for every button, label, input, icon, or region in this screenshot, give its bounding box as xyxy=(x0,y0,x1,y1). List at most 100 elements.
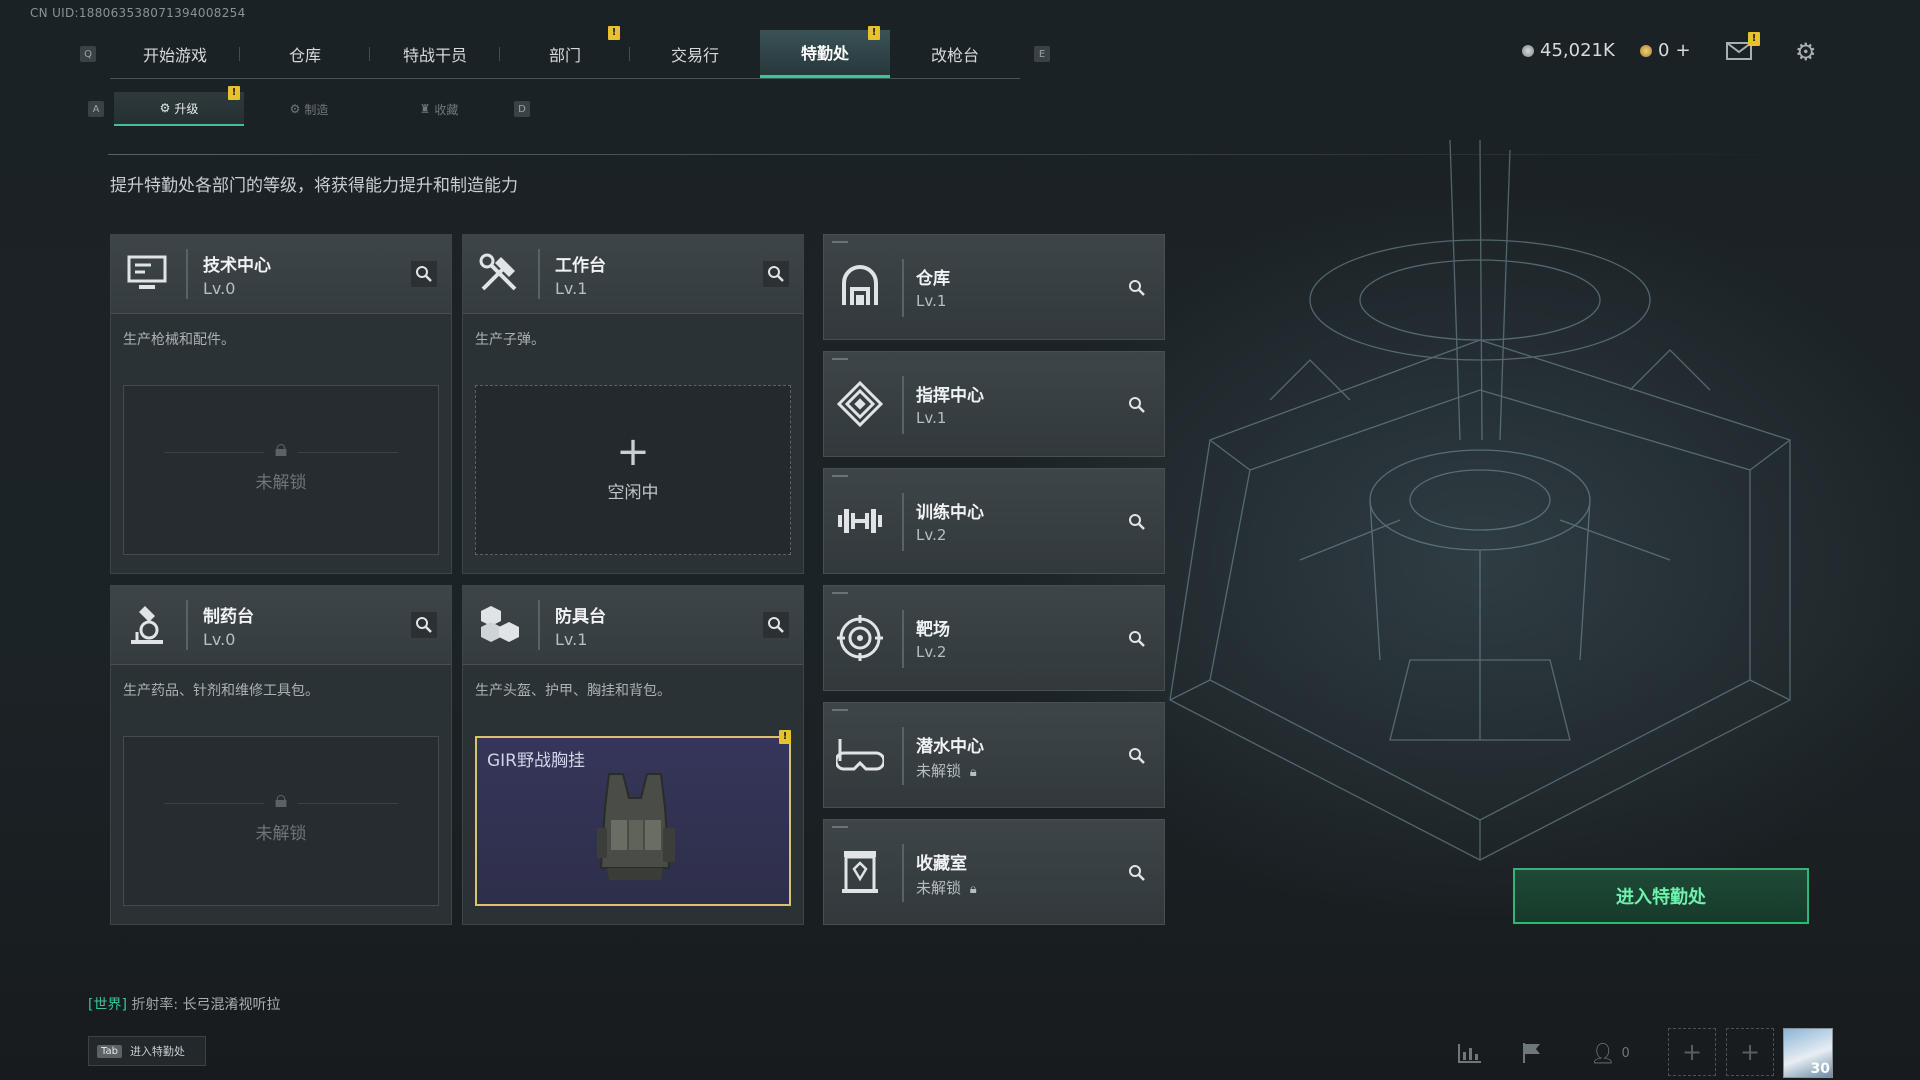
facility-title: 潜水中心 xyxy=(916,737,984,757)
friends-button[interactable]: 👤︎ 0 xyxy=(1584,1032,1636,1074)
facility-title: 仓库 xyxy=(916,269,950,289)
tab-start-game[interactable]: 开始游戏 xyxy=(110,30,240,78)
mail-alert-badge: ! xyxy=(1748,32,1760,46)
facility-card-training-center[interactable]: 训练中心 Lv.2 xyxy=(823,468,1165,574)
tab-gunsmith[interactable]: 改枪台 xyxy=(890,30,1020,78)
chest-rig-image xyxy=(597,773,675,880)
magnifier-icon[interactable] xyxy=(1124,275,1150,301)
top-navigation: Q 开始游戏 仓库 特战干员 部门! 交易行 特勤处! 改枪台 E xyxy=(80,25,1050,79)
facility-card-shooting-range[interactable]: 靶场 Lv.2 xyxy=(823,585,1165,691)
coin-balance[interactable]: 45,021K xyxy=(1522,40,1615,61)
station-title: 防具台 xyxy=(555,607,606,627)
collection-icon xyxy=(836,848,884,896)
facility-title: 收藏室 xyxy=(916,854,967,874)
tab-key-hint[interactable]: Tab 进入特勤处 xyxy=(88,1036,206,1066)
station-title: 工作台 xyxy=(555,256,606,276)
alert-badge: ! xyxy=(608,25,620,40)
facility-level: 未解锁 🔒︎ xyxy=(916,762,977,780)
collection-icon: ♜ xyxy=(419,102,431,116)
station-level: Lv.0 xyxy=(203,630,236,649)
magnifier-icon[interactable] xyxy=(1124,392,1150,418)
subtab-upgrade[interactable]: ⚙ 升级 ! xyxy=(114,86,244,126)
friends-icon: 👤︎ xyxy=(1590,1041,1616,1065)
craft-slot-item[interactable]: GIR野战胸挂 ! xyxy=(475,730,791,906)
magnifier-icon[interactable] xyxy=(411,261,437,287)
tab-trading[interactable]: 交易行 xyxy=(630,30,760,78)
chat-sender: 折射率: xyxy=(131,997,179,1013)
lock-icon: 🔒︎ xyxy=(274,434,288,462)
player-avatar[interactable]: 30 xyxy=(1783,1028,1833,1078)
gold-icon xyxy=(1640,44,1652,57)
coin-icon xyxy=(1522,44,1534,57)
world-chat-line[interactable]: [世界] 折射率: 长弓混淆视听拉 xyxy=(88,994,281,1014)
lock-icon: 🔒︎ xyxy=(969,765,977,780)
magnifier-icon[interactable] xyxy=(763,612,789,638)
enter-special-ops-button[interactable]: 进入特勤处 xyxy=(1513,868,1809,924)
main-tabs: 开始游戏 仓库 特战干员 部门! 交易行 特勤处! 改枪台 xyxy=(110,25,1020,79)
magnifier-icon[interactable] xyxy=(1124,860,1150,886)
craft-slot-locked: 🔒︎ 未解锁 xyxy=(123,385,439,555)
station-card-workbench[interactable]: 工作台 Lv.1 生产子弹。 + 空闲中 xyxy=(462,234,804,574)
alert-badge: ! xyxy=(868,25,880,40)
page-description: 提升特勤处各部门的等级，将获得能力提升和制造能力 xyxy=(110,176,518,196)
gold-balance[interactable]: 0 + xyxy=(1640,40,1691,61)
magnifier-icon[interactable] xyxy=(1124,626,1150,652)
add-currency-icon[interactable]: + xyxy=(1675,40,1690,61)
magnifier-icon[interactable] xyxy=(1124,743,1150,769)
cubes-icon xyxy=(475,602,523,646)
background-base-wireframe xyxy=(1169,140,1791,861)
facility-title: 靶场 xyxy=(916,620,950,640)
slot-status: 空闲中 xyxy=(607,483,659,503)
magnifier-icon[interactable] xyxy=(411,612,437,638)
facility-card-collection-room[interactable]: 收藏室 未解锁 🔒︎ xyxy=(823,819,1165,925)
target-icon xyxy=(836,614,884,662)
chat-channel: [世界] xyxy=(88,997,127,1013)
craft-slot-idle[interactable]: + 空闲中 xyxy=(475,385,791,555)
sub-navigation: A ⚙ 升级 ! ⚙ 制造 ♜ 收藏 D xyxy=(88,86,530,126)
facility-card-diving-center[interactable]: 潜水中心 未解锁 🔒︎ xyxy=(823,702,1165,808)
station-card-tech-center[interactable]: 技术中心 Lv.0 生产枪械和配件。 🔒︎ 未解锁 xyxy=(110,234,452,574)
tab-operators[interactable]: 特战干员 xyxy=(370,30,500,78)
tab-special-ops[interactable]: 特勤处! xyxy=(760,25,890,78)
divider xyxy=(108,154,1808,155)
add-teammate-slot-1[interactable]: + xyxy=(1668,1028,1716,1076)
facility-card-command-center[interactable]: 指挥中心 Lv.1 xyxy=(823,351,1165,457)
settings-gear-icon[interactable]: ⚙ xyxy=(1795,38,1817,66)
facility-card-vault[interactable]: 仓库 Lv.1 xyxy=(823,234,1165,340)
add-icon: + xyxy=(616,429,650,475)
station-card-pharmacy[interactable]: 制药台 Lv.0 生产药品、针剂和维修工具包。 🔒︎ 未解锁 xyxy=(110,585,452,925)
magnifier-icon[interactable] xyxy=(763,261,789,287)
alert-badge: ! xyxy=(779,730,791,744)
station-level: Lv.0 xyxy=(203,279,236,298)
craft-icon: ⚙ xyxy=(289,102,301,116)
command-icon xyxy=(836,380,884,428)
facility-level: Lv.2 xyxy=(916,643,947,661)
station-card-armor-bench[interactable]: 防具台 Lv.1 生产头盔、护甲、胸挂和背包。 GIR野战胸挂 ! xyxy=(462,585,804,925)
alert-badge: ! xyxy=(228,86,240,100)
station-description: 生产子弹。 xyxy=(475,332,545,348)
station-description: 生产药品、针剂和维修工具包。 xyxy=(123,683,319,699)
station-title: 技术中心 xyxy=(203,256,271,276)
station-level: Lv.1 xyxy=(555,630,588,649)
chat-message: 长弓混淆视听拉 xyxy=(182,997,281,1013)
tab-warehouse[interactable]: 仓库 xyxy=(240,30,370,78)
tab-hint-label: 进入特勤处 xyxy=(129,1045,185,1058)
facility-title: 指挥中心 xyxy=(916,386,984,406)
key-hint-e: E xyxy=(1034,46,1050,62)
upgrade-icon: ⚙ xyxy=(159,101,171,115)
lock-icon: 🔒︎ xyxy=(274,785,288,813)
facility-level: Lv.2 xyxy=(916,526,947,544)
magnifier-icon[interactable] xyxy=(1124,509,1150,535)
add-teammate-slot-2[interactable]: + xyxy=(1726,1028,1774,1076)
station-level: Lv.1 xyxy=(555,279,588,298)
stats-icon[interactable] xyxy=(1452,1032,1488,1074)
player-uid: CN UID:18806353807139400825​4 xyxy=(30,6,246,20)
subtab-collection[interactable]: ♜ 收藏 xyxy=(374,92,504,126)
station-description: 生产头盔、护甲、胸挂和背包。 xyxy=(475,683,671,699)
player-level: 30 xyxy=(1810,1061,1830,1077)
subtab-craft[interactable]: ⚙ 制造 xyxy=(244,92,374,126)
facility-title: 训练中心 xyxy=(916,503,984,523)
tab-department[interactable]: 部门! xyxy=(500,25,630,78)
flag-icon[interactable] xyxy=(1514,1032,1550,1074)
key-hint-a: A xyxy=(88,101,104,117)
